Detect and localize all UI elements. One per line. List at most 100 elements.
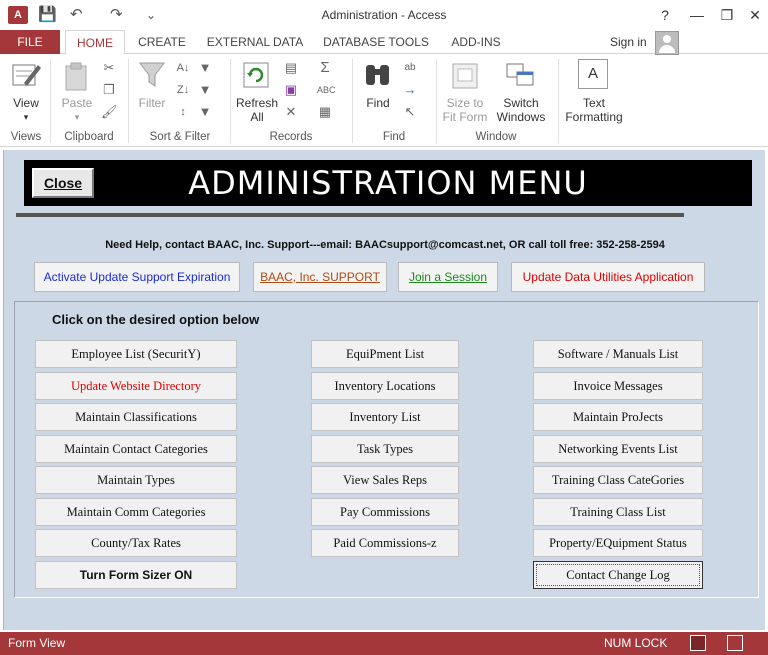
windows-label[interactable]: Windows [486,110,556,124]
tab-home[interactable]: HOME [65,30,125,55]
format-painter-icon[interactable]: 🖌 [101,105,118,119]
advanced-filter-icon[interactable]: ▼ [197,83,213,97]
maintain-classifications-button[interactable]: Maintain Classifications [35,403,237,431]
header-underline [16,213,684,217]
switch-label[interactable]: Switch [492,96,550,110]
restore-button[interactable]: ❐ [712,4,742,26]
size-to-label[interactable]: Size to [440,96,490,110]
page-title: ADMINISTRATION MENU [188,164,588,202]
spelling-icon[interactable]: ABC [317,83,336,97]
fit-form-label[interactable]: Fit Form [440,110,490,124]
form-view-icon[interactable] [690,635,706,651]
view-sales-reps-button[interactable]: View Sales Reps [311,466,459,494]
status-form-view: Form View [8,636,66,650]
design-view-icon[interactable] [727,635,743,651]
toggle-filter-icon[interactable]: ▼ [197,105,213,119]
refresh-button-label[interactable]: Refresh [234,96,280,110]
view-icon[interactable] [10,59,42,91]
update-utilities-button[interactable]: Update Data Utilities Application [511,262,705,292]
header-bar: Close ADMINISTRATION MENU [24,160,752,206]
maintain-contact-categories-button[interactable]: Maintain Contact Categories [35,435,237,463]
group-divider [128,59,129,143]
activate-support-button[interactable]: Activate Update Support Expiration [34,262,240,292]
title-bar: A 💾 ↶ ↷ ⌄ Administration - Access ? — ❐ … [0,0,768,30]
tab-database-tools[interactable]: DATABASE TOOLS [320,30,432,54]
inventory-locations-button[interactable]: Inventory Locations [311,372,459,400]
maintain-projects-button[interactable]: Maintain ProJects [533,403,703,431]
county-tax-rates-button[interactable]: County/Tax Rates [35,529,237,557]
refresh-icon[interactable] [242,61,272,91]
totals-icon[interactable]: Σ [317,60,333,75]
group-label-clipboard: Clipboard [64,131,114,143]
group-label-views: Views [10,131,42,143]
training-class-categories-button[interactable]: Training Class CateGories [533,466,703,494]
filter-icon[interactable] [138,59,166,89]
employee-list-button[interactable]: Employee List (SecuritY) [35,340,237,368]
inventory-list-button[interactable]: Inventory List [311,403,459,431]
property-equipment-status-button[interactable]: Property/EQuipment Status [533,529,703,557]
group-divider [50,59,51,143]
join-session-button[interactable]: Join a Session [398,262,498,292]
replace-icon[interactable]: ab [402,61,418,75]
select-icon[interactable]: ↖ [402,105,418,119]
text-formatting-icon[interactable]: A [578,59,608,89]
find-button-label[interactable]: Find [360,96,396,110]
view-button-label[interactable]: View [6,96,46,110]
software-manuals-list-button[interactable]: Software / Manuals List [533,340,703,368]
avatar[interactable] [655,31,679,55]
paste-button-label[interactable]: Paste [56,96,98,110]
paste-icon[interactable] [62,61,92,91]
tab-external-data[interactable]: EXTERNAL DATA [204,30,306,54]
group-label-window: Window [475,131,517,143]
group-label-records: Records [269,131,313,143]
save-record-icon[interactable]: ▣ [283,83,299,97]
baac-support-button[interactable]: BAAC, Inc. SUPPORT [253,262,387,292]
switch-windows-icon[interactable] [505,61,535,91]
invoice-messages-button[interactable]: Invoice Messages [533,372,703,400]
group-label-find: Find [382,131,406,143]
group-label-sort-filter: Sort & Filter [149,131,211,143]
close-window-button[interactable]: ✕ [740,4,768,26]
paid-commissions-button[interactable]: Paid Commissions-z [311,529,459,557]
formatting-label[interactable]: Formatting [556,110,632,124]
ribbon-tabs: FILE HOME CREATE EXTERNAL DATA DATABASE … [0,30,768,55]
tab-add-ins[interactable]: ADD-INS [445,30,507,54]
size-to-fit-form-icon[interactable] [450,61,480,91]
delete-record-icon[interactable]: ✕ [283,105,299,119]
tab-create[interactable]: CREATE [134,30,190,54]
text-label[interactable]: Text [564,96,624,110]
group-divider [558,59,559,143]
remove-sort-icon[interactable]: ↕ [175,105,191,119]
training-class-list-button[interactable]: Training Class List [533,498,703,526]
turn-form-sizer-button[interactable]: Turn Form Sizer ON [35,561,237,589]
find-binoculars-icon[interactable] [363,61,393,91]
go-to-icon[interactable]: → [402,83,418,97]
minimize-button[interactable]: — [682,4,712,26]
paste-dropdown-arrow[interactable]: ▾ [56,110,98,124]
filter-button-label[interactable]: Filter [134,96,170,110]
update-website-directory-button[interactable]: Update Website Directory [35,372,237,400]
help-button[interactable]: ? [650,4,680,26]
task-types-button[interactable]: Task Types [311,435,459,463]
maintain-types-button[interactable]: Maintain Types [35,466,237,494]
more-records-icon[interactable]: ▦ [317,105,333,119]
copy-icon[interactable]: ❐ [101,83,117,97]
refresh-all-label[interactable]: All [234,110,280,124]
equipment-list-button[interactable]: EquiPment List [311,340,459,368]
maintain-comm-categories-button[interactable]: Maintain Comm Categories [35,498,237,526]
options-heading: Click on the desired option below [52,312,260,327]
new-record-icon[interactable]: ▤ [283,61,299,75]
networking-events-list-button[interactable]: Networking Events List [533,435,703,463]
form-background: Close ADMINISTRATION MENU Need Help, con… [3,150,765,630]
sign-in-link[interactable]: Sign in [610,30,647,54]
sort-descending-icon[interactable]: Z↓ [175,83,191,97]
sort-ascending-icon[interactable]: A↓ [175,61,191,75]
group-divider [436,59,437,143]
pay-commissions-button[interactable]: Pay Commissions [311,498,459,526]
view-dropdown-arrow[interactable]: ▾ [6,110,46,124]
group-divider [352,59,353,143]
cut-icon[interactable]: ✂ [101,61,117,75]
tab-file[interactable]: FILE [0,30,60,54]
selection-filter-icon[interactable]: ▼ [197,61,213,75]
contact-change-log-button[interactable]: Contact Change Log [533,561,703,589]
